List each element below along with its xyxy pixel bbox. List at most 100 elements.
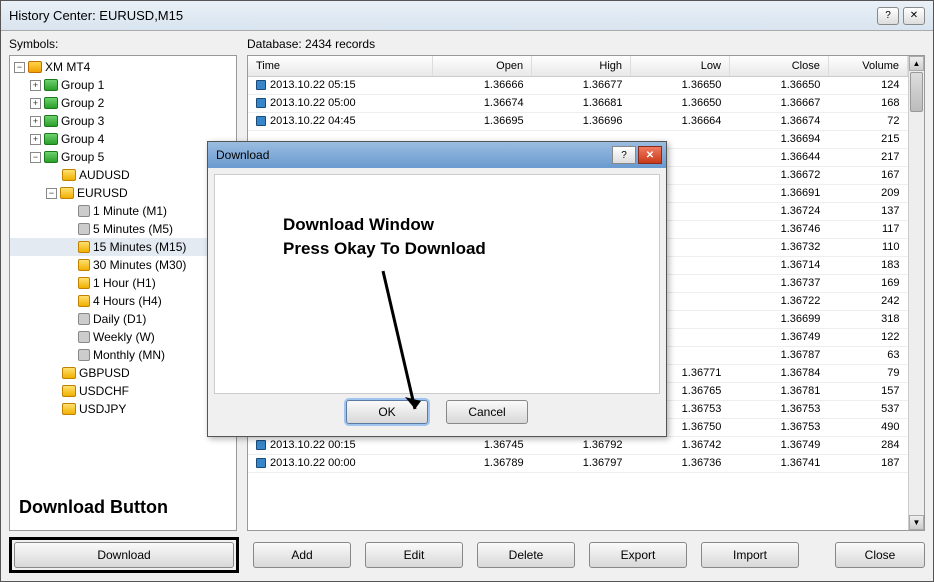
table-cell: 490 xyxy=(828,418,907,436)
dialog-buttons: OK Cancel xyxy=(208,400,666,432)
table-cell: 1.36695 xyxy=(433,112,532,130)
table-cell: 1.36742 xyxy=(631,436,730,454)
table-cell: 2013.10.22 04:45 xyxy=(248,112,433,130)
scroll-up-icon[interactable]: ▲ xyxy=(909,56,924,71)
table-cell: 1.36664 xyxy=(631,112,730,130)
folder-icon xyxy=(44,97,58,109)
table-cell: 1.36650 xyxy=(631,94,730,112)
dialog-cancel-button[interactable]: Cancel xyxy=(446,400,528,424)
table-cell: 1.36753 xyxy=(729,418,828,436)
tree-timeframe[interactable]: 1 Hour (H1) xyxy=(10,274,236,292)
collapse-icon[interactable]: − xyxy=(46,188,57,199)
table-cell: 1.36644 xyxy=(729,148,828,166)
database-label: Database: 2434 records xyxy=(247,35,925,55)
row-icon xyxy=(256,116,266,126)
column-header[interactable]: Low xyxy=(631,56,730,76)
table-cell: 137 xyxy=(828,202,907,220)
expand-icon[interactable]: + xyxy=(30,98,41,109)
table-cell: 215 xyxy=(828,130,907,148)
table-cell: 1.36650 xyxy=(631,76,730,94)
table-row[interactable]: 2013.10.22 05:151.366661.366771.366501.3… xyxy=(248,76,908,94)
column-header[interactable]: Open xyxy=(433,56,532,76)
table-row[interactable]: 2013.10.22 00:001.367891.367971.367361.3… xyxy=(248,454,908,472)
import-button[interactable]: Import xyxy=(701,542,799,568)
row-icon xyxy=(256,458,266,468)
table-cell: 1.36737 xyxy=(729,274,828,292)
export-button[interactable]: Export xyxy=(589,542,687,568)
symbols-pane: Symbols: −XM MT4 +Group 1 +Group 2 +Grou… xyxy=(9,35,237,531)
table-cell: 1.36667 xyxy=(729,94,828,112)
expand-icon[interactable]: + xyxy=(30,80,41,91)
scroll-thumb[interactable] xyxy=(910,72,923,112)
dialog-body xyxy=(214,174,660,394)
column-header[interactable]: Volume xyxy=(828,56,907,76)
tree-symbol[interactable]: −EURUSD xyxy=(10,184,236,202)
tree-timeframe[interactable]: 1 Minute (M1) xyxy=(10,202,236,220)
table-cell: 79 xyxy=(828,364,907,382)
dialog-titlebar: Download ? ✕ xyxy=(208,142,666,168)
table-cell: 1.36789 xyxy=(433,454,532,472)
timeframe-icon xyxy=(78,331,90,343)
tree-symbol[interactable]: USDJPY xyxy=(10,400,236,418)
table-row[interactable]: 2013.10.22 04:451.366951.366961.366641.3… xyxy=(248,112,908,130)
tree-root[interactable]: −XM MT4 xyxy=(10,58,236,76)
tree-timeframe[interactable]: Weekly (W) xyxy=(10,328,236,346)
table-row[interactable]: 2013.10.22 00:151.367451.367921.367421.3… xyxy=(248,436,908,454)
row-icon xyxy=(256,98,266,108)
table-cell: 1.36749 xyxy=(729,436,828,454)
delete-button[interactable]: Delete xyxy=(477,542,575,568)
table-cell: 117 xyxy=(828,220,907,238)
tree-symbol[interactable]: USDCHF xyxy=(10,382,236,400)
column-header[interactable]: Time xyxy=(248,56,433,76)
help-button[interactable]: ? xyxy=(877,7,899,25)
row-icon xyxy=(256,80,266,90)
dialog-close-button[interactable]: ✕ xyxy=(638,146,662,164)
timeframe-icon xyxy=(78,223,90,235)
window-title: History Center: EURUSD,M15 xyxy=(9,8,873,23)
table-scrollbar[interactable]: ▲ ▼ xyxy=(908,56,924,530)
close-button[interactable]: Close xyxy=(835,542,925,568)
tree-symbol[interactable]: GBPUSD xyxy=(10,364,236,382)
window-close-button[interactable]: ✕ xyxy=(903,7,925,25)
timeframe-icon xyxy=(78,313,90,325)
tree-timeframe[interactable]: 30 Minutes (M30) xyxy=(10,256,236,274)
dialog-help-button[interactable]: ? xyxy=(612,146,636,164)
expand-icon[interactable]: + xyxy=(30,134,41,145)
collapse-icon[interactable]: − xyxy=(30,152,41,163)
annotation-dialog-text: Download WindowPress Okay To Download xyxy=(283,213,486,261)
table-cell: 318 xyxy=(828,310,907,328)
tree-timeframe[interactable]: Monthly (MN) xyxy=(10,346,236,364)
add-button[interactable]: Add xyxy=(253,542,351,568)
expand-icon[interactable]: + xyxy=(30,116,41,127)
tree-timeframe-selected[interactable]: 15 Minutes (M15) xyxy=(10,238,236,256)
tree-symbol[interactable]: AUDUSD xyxy=(10,166,236,184)
tree-group[interactable]: −Group 5 xyxy=(10,148,236,166)
row-icon xyxy=(256,440,266,450)
tree-group[interactable]: +Group 2 xyxy=(10,94,236,112)
tree-timeframe[interactable]: Daily (D1) xyxy=(10,310,236,328)
table-cell: 1.36724 xyxy=(729,202,828,220)
table-cell: 1.36714 xyxy=(729,256,828,274)
edit-button[interactable]: Edit xyxy=(365,542,463,568)
dialog-title: Download xyxy=(216,148,610,162)
symbols-tree[interactable]: −XM MT4 +Group 1 +Group 2 +Group 3 +Grou… xyxy=(9,55,237,531)
tree-group[interactable]: +Group 1 xyxy=(10,76,236,94)
button-bar: Download Add Edit Delete Export Import C… xyxy=(1,531,933,581)
mt4-icon xyxy=(28,61,42,73)
table-cell: 2013.10.22 00:15 xyxy=(248,436,433,454)
collapse-icon[interactable]: − xyxy=(14,62,25,73)
symbol-icon xyxy=(62,385,76,397)
tree-timeframe[interactable]: 4 Hours (H4) xyxy=(10,292,236,310)
download-button[interactable]: Download xyxy=(14,542,234,568)
symbol-icon xyxy=(62,367,76,379)
scroll-down-icon[interactable]: ▼ xyxy=(909,515,924,530)
column-header[interactable]: High xyxy=(532,56,631,76)
column-header[interactable]: Close xyxy=(729,56,828,76)
table-row[interactable]: 2013.10.22 05:001.366741.366811.366501.3… xyxy=(248,94,908,112)
folder-icon xyxy=(44,133,58,145)
download-dialog: Download ? ✕ OK Cancel xyxy=(207,141,667,437)
tree-timeframe[interactable]: 5 Minutes (M5) xyxy=(10,220,236,238)
tree-group[interactable]: +Group 4 xyxy=(10,130,236,148)
download-button-highlight: Download xyxy=(9,537,239,573)
tree-group[interactable]: +Group 3 xyxy=(10,112,236,130)
